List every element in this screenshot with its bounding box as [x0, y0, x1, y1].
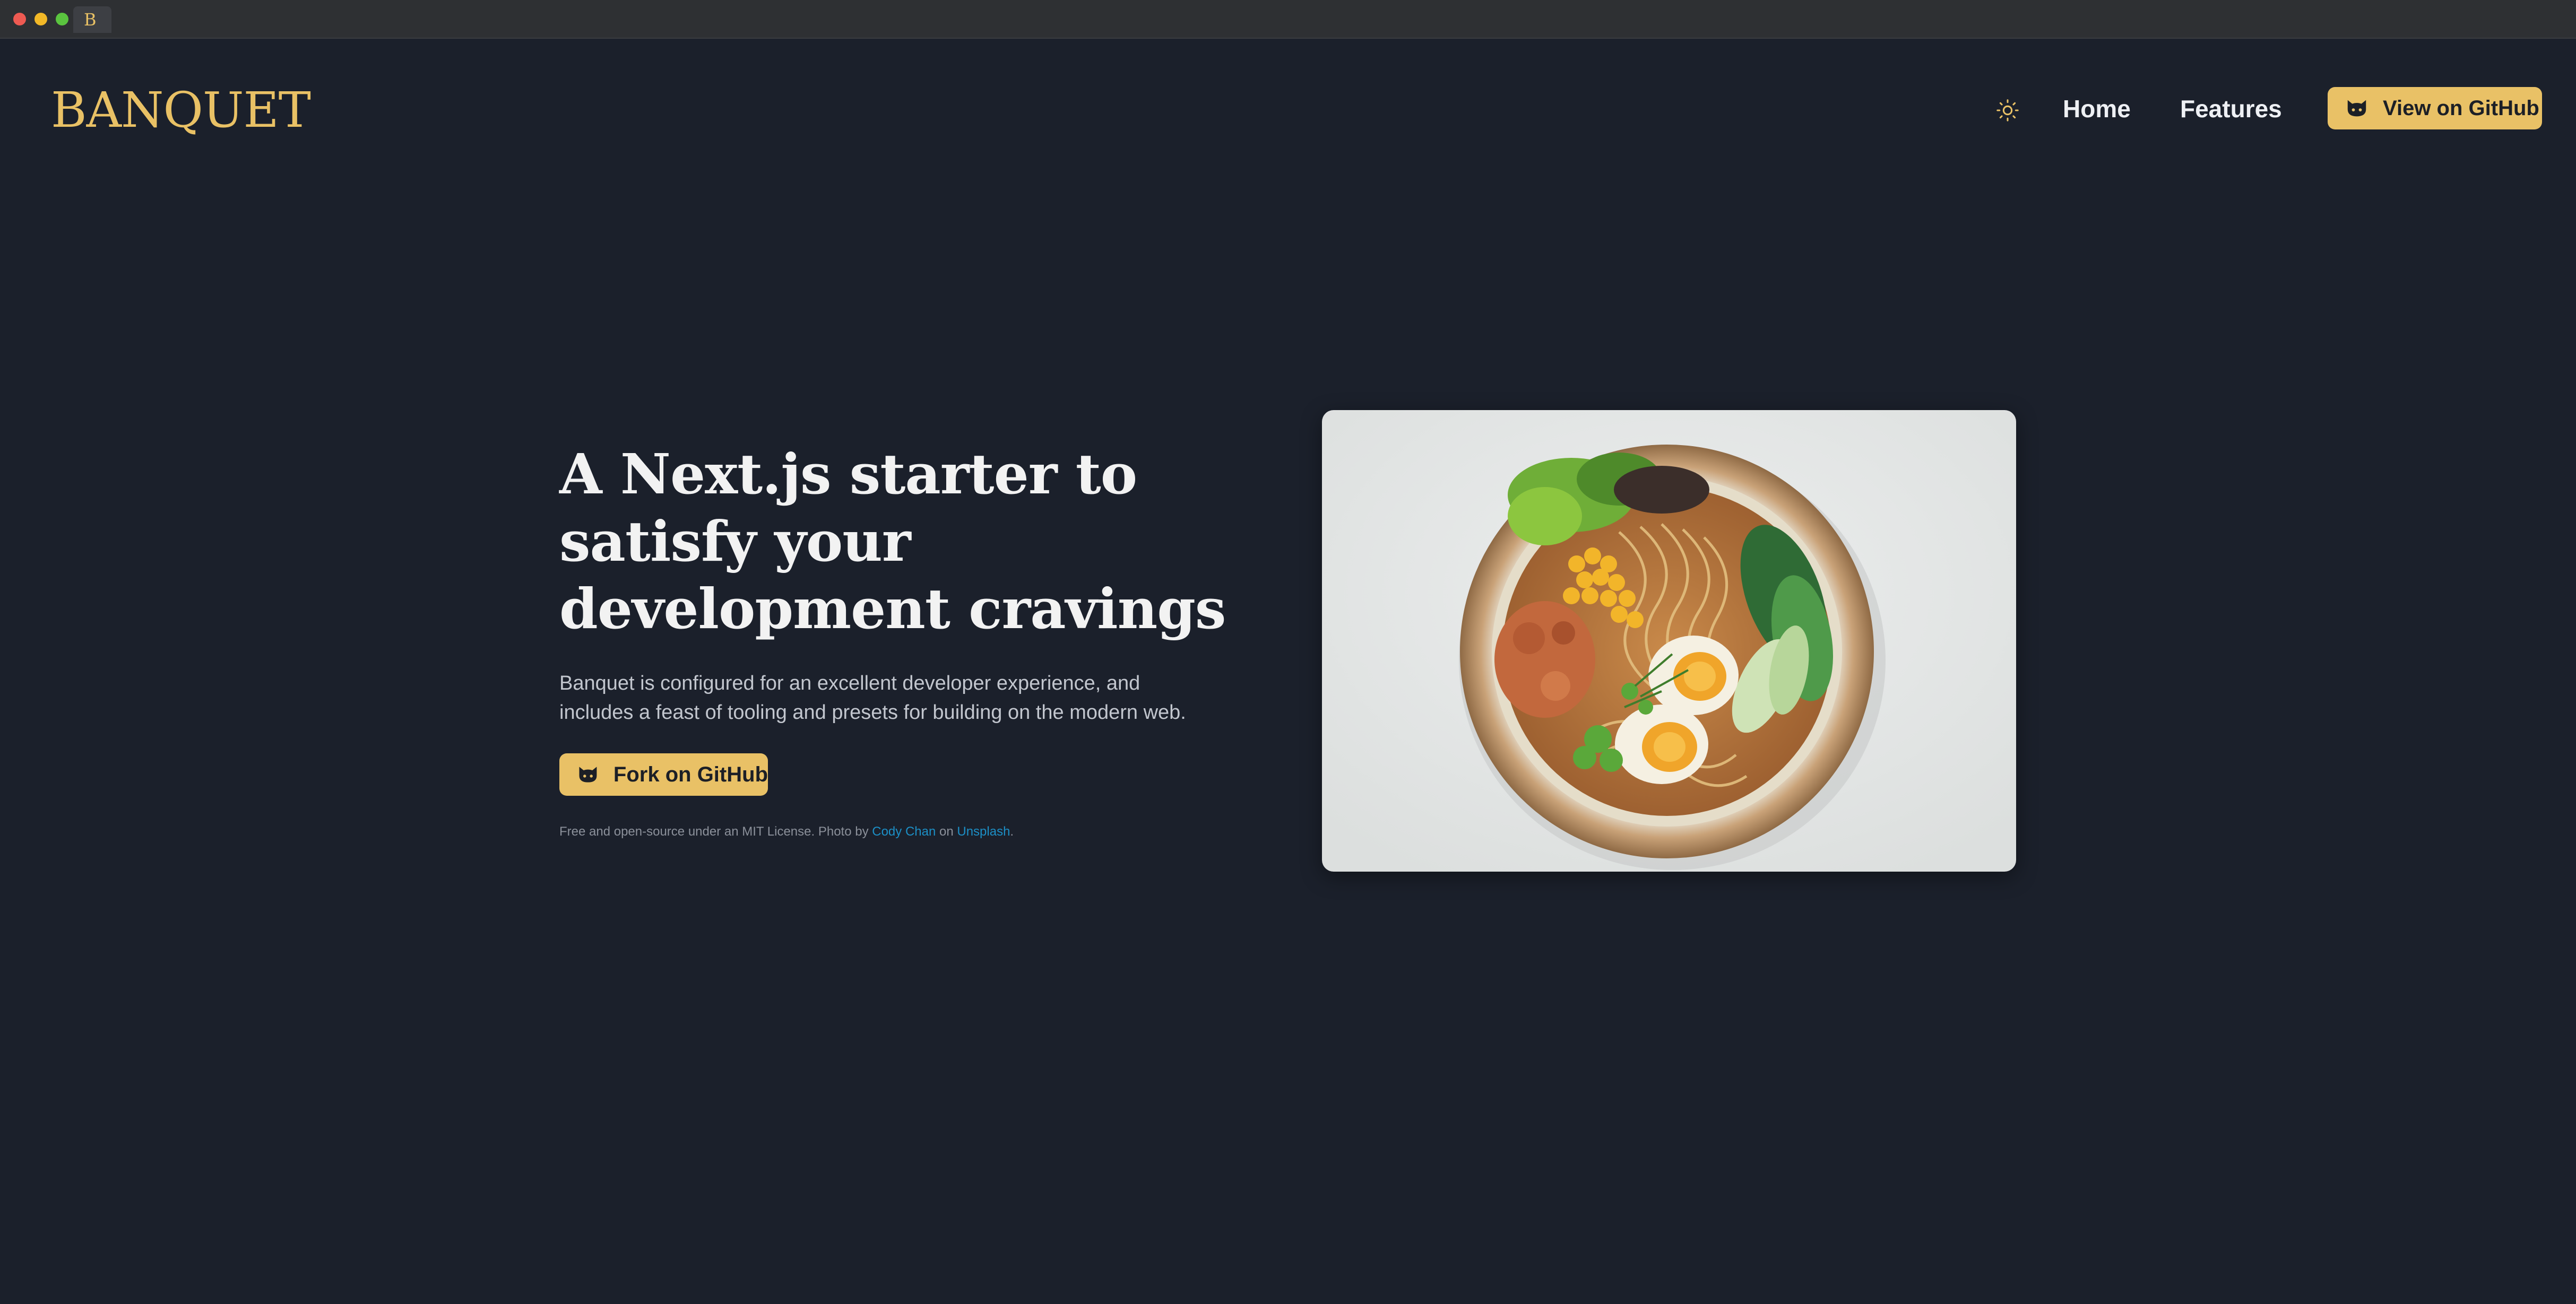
fork-on-github-label: Fork on GitHub — [613, 762, 768, 786]
view-on-github-label: View on GitHub — [2383, 96, 2539, 120]
browser-chrome: B — [0, 0, 2576, 39]
minimize-window-button[interactable] — [34, 13, 47, 25]
nav-features-link[interactable]: Features — [2180, 93, 2282, 125]
favicon-icon: B — [84, 10, 97, 30]
page: BANQUET Home Features View on GitHub A N… — [0, 39, 2576, 1304]
sun-icon[interactable] — [1995, 98, 2020, 123]
github-icon — [579, 767, 597, 783]
site-logo[interactable]: BANQUET — [51, 81, 311, 140]
view-on-github-button[interactable]: View on GitHub — [2328, 87, 2542, 129]
license-note: Free and open-source under an MIT Licens… — [559, 823, 1196, 841]
github-icon — [2347, 100, 2366, 117]
unsplash-link[interactable]: Unsplash — [957, 824, 1010, 839]
photo-author-link[interactable]: Cody Chan — [872, 824, 936, 839]
maximize-window-button[interactable] — [56, 13, 68, 25]
nav-home-link[interactable]: Home — [2063, 93, 2131, 125]
license-middle: on — [936, 824, 957, 839]
close-window-button[interactable] — [13, 13, 26, 25]
browser-tab[interactable]: B — [73, 6, 111, 33]
hero-title: A Next.js starter to satisfy your develo… — [559, 441, 1226, 641]
hero-description: Banquet is configured for an excellent d… — [559, 672, 1186, 724]
fork-on-github-button[interactable]: Fork on GitHub — [559, 753, 768, 796]
license-prefix: Free and open-source under an MIT Licens… — [559, 824, 872, 839]
license-suffix: . — [1010, 824, 1014, 839]
ramen-bowl-photo — [1322, 410, 2016, 872]
